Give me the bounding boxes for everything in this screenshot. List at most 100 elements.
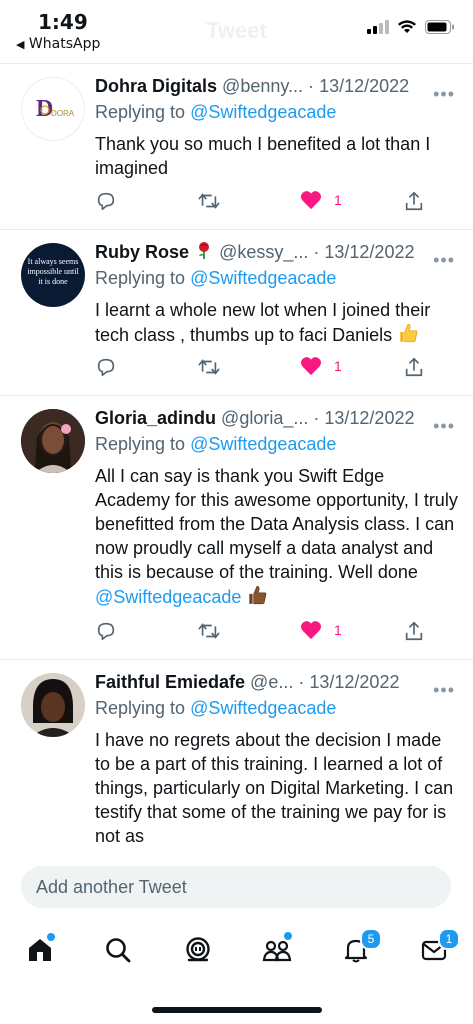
share-icon [405,357,423,377]
display-name[interactable]: Ruby Rose [95,242,189,262]
tweet-date: 13/12/2022 [319,76,410,96]
retweet-button[interactable] [197,190,221,212]
tab-communities[interactable] [257,930,297,970]
messages-badge: 1 [438,928,460,950]
reply-icon [97,192,115,211]
reply-composer[interactable]: Add another Tweet [21,866,451,908]
replying-to: Replying to @Swiftedgeacade [95,100,459,124]
replying-to: Replying to @Swiftedgeacade [95,432,459,456]
display-name[interactable]: Gloria_adindu [95,408,216,428]
retweet-icon [198,359,220,375]
like-count: 1 [334,622,342,638]
more-icon[interactable]: ••• [433,680,455,701]
replying-label: Replying to [95,434,186,454]
bottom-tab-bar: 5 1 [0,920,473,980]
mention-link[interactable]: @Swiftedgeacade [95,587,241,607]
tweet-body: Gloria_adindu @gloria_... · 13/12/2022 •… [95,406,459,609]
home-indicator[interactable] [152,1007,322,1013]
tweet-header: Dohra Digitals @benny... · 13/12/2022 [95,74,459,98]
reply-button[interactable] [95,190,117,212]
tweet-text-content: All I can say is thank you Swift Edge Ac… [95,466,458,582]
replying-label: Replying to [95,102,186,122]
tweet-text: I learnt a whole new lot when I joined t… [95,298,459,347]
avatar[interactable] [21,409,85,473]
more-icon[interactable]: ••• [433,250,455,271]
retweet-button[interactable] [197,620,221,642]
heart-icon [301,357,321,376]
like-button[interactable]: 1 [300,620,342,640]
replying-to: Replying to @Swiftedgeacade [95,266,459,290]
battery-icon [425,20,454,34]
like-button[interactable]: 1 [300,356,342,376]
tab-messages[interactable]: 1 [414,928,460,970]
avatar[interactable]: It always seems impossible until it is d… [21,243,85,307]
display-name[interactable]: Dohra Digitals [95,76,217,96]
tweet-body: Dohra Digitals @benny... · 13/12/2022 ••… [95,74,459,180]
reply-feed[interactable]: D DORA Dohra Digitals @benny... · 13/12/… [0,64,473,854]
tab-notifications[interactable]: 5 [336,928,382,970]
tweet-header: Gloria_adindu @gloria_... · 13/12/2022 [95,406,459,430]
tab-spaces[interactable] [178,930,218,970]
tab-home[interactable] [20,930,60,970]
tweet-text: Thank you so much I benefited a lot than… [95,134,431,178]
status-icons [367,20,455,34]
tweet-text: All I can say is thank you Swift Edge Ac… [95,464,459,609]
reply-button[interactable] [95,356,117,378]
share-button[interactable] [403,356,425,378]
retweet-button[interactable] [197,356,221,378]
share-icon [405,191,423,211]
tweet-text: I have no regrets about the decision I m… [95,730,454,846]
reply-button[interactable] [95,620,117,642]
tab-search[interactable] [98,930,138,970]
dot-separator: · [298,672,305,692]
share-button[interactable] [403,190,425,212]
replying-to-link[interactable]: @Swiftedgeacade [190,268,336,288]
replying-label: Replying to [95,268,186,288]
tweet-header: Faithful Emiedafe @e... · 13/12/2022 [95,670,459,694]
like-button[interactable]: 1 [300,190,342,210]
signal-icon [367,20,389,34]
share-button[interactable] [403,620,425,642]
dohra-logo: D DORA [36,96,75,122]
replying-to-link[interactable]: @Swiftedgeacade [190,698,336,718]
tweet-3[interactable]: Gloria_adindu @gloria_... · 13/12/2022 •… [0,396,473,660]
reply-icon [97,358,115,377]
like-count: 1 [334,358,342,374]
status-bar: 1:49 ◀ WhatsApp Tweet [0,0,473,62]
communities-icon [262,940,292,962]
handle[interactable]: @gloria_... [221,408,308,428]
avatar-quote: It always seems impossible until it is d… [27,257,79,286]
composer-placeholder: Add another Tweet [36,877,187,897]
replying-to-link[interactable]: @Swiftedgeacade [190,434,336,454]
tweet-1[interactable]: D DORA Dohra Digitals @benny... · 13/12/… [0,64,473,230]
svg-text:DORA: DORA [51,109,75,118]
tweet-date: 13/12/2022 [324,242,415,262]
tweet-2[interactable]: It always seems impossible until it is d… [0,230,473,396]
share-icon [405,621,423,641]
tweet-text-content: I learnt a whole new lot when I joined t… [95,300,431,345]
wifi-icon [398,20,416,33]
replying-to-link[interactable]: @Swiftedgeacade [190,102,336,122]
tweet-header: Ruby Rose @kessy_... · 13/12/2022 [95,240,459,264]
reply-icon [97,622,115,641]
more-icon[interactable]: ••• [433,84,455,105]
profile-photo [21,673,85,737]
retweet-icon [198,193,220,209]
display-name[interactable]: Faithful Emiedafe [95,672,245,692]
heart-icon [301,621,321,640]
handle[interactable]: @benny... [222,76,303,96]
avatar[interactable]: D DORA [21,77,85,141]
more-icon[interactable]: ••• [433,416,455,437]
dot-separator: · [313,242,320,262]
notifications-badge: 5 [360,928,382,950]
thumbs-up-emoji-icon [400,323,418,343]
tweet-actions: 1 [95,356,435,380]
replying-to: Replying to @Swiftedgeacade [95,696,459,720]
tweet-4[interactable]: Faithful Emiedafe @e... · 13/12/2022 •••… [0,660,473,854]
heart-icon [301,191,321,210]
dot-separator: · [308,76,315,96]
avatar[interactable] [21,673,85,737]
handle[interactable]: @kessy_... [219,242,308,262]
tweet-body: Faithful Emiedafe @e... · 13/12/2022 •••… [95,670,459,848]
handle[interactable]: @e... [250,672,293,692]
